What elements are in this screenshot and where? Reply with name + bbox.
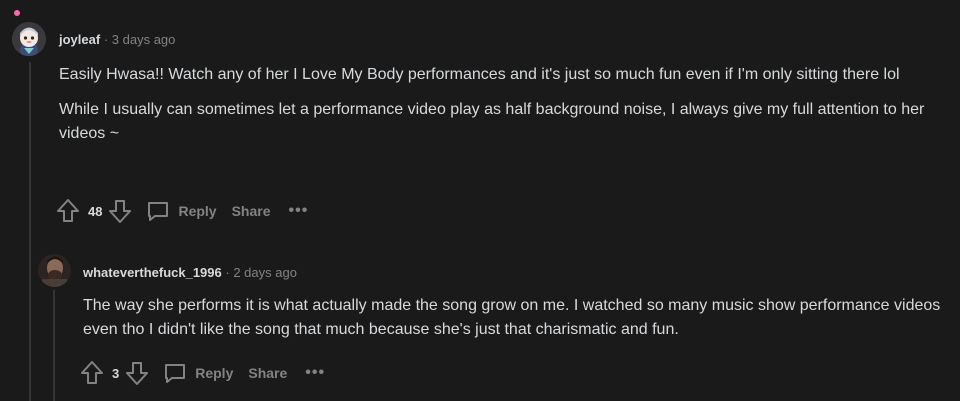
upvote-button[interactable]: [80, 360, 104, 386]
vote-count: 48: [88, 203, 103, 219]
comment-bubble-icon: [148, 202, 169, 221]
more-options-button[interactable]: •••: [305, 364, 325, 382]
username[interactable]: joyleaf: [59, 32, 100, 47]
upvote-arrow-icon: [57, 199, 79, 222]
avatar[interactable]: [38, 254, 71, 287]
online-indicator: [14, 10, 20, 16]
share-label: Share: [231, 203, 271, 219]
share-label: Share: [248, 365, 288, 381]
timestamp[interactable]: 2 days ago: [233, 265, 297, 280]
thread-line-reply[interactable]: [53, 290, 55, 401]
timestamp[interactable]: 3 days ago: [112, 32, 176, 47]
more-options-button[interactable]: •••: [289, 202, 309, 220]
downvote-button[interactable]: [125, 360, 149, 386]
meta-separator: ·: [103, 32, 109, 47]
comment-actions: 3 Reply Share •••: [80, 359, 325, 387]
vote-count: 3: [112, 365, 120, 381]
comment-meta: joyleaf · 3 days ago: [59, 32, 175, 47]
comment-paragraph: The way she performs it is what actually…: [83, 297, 941, 338]
comment-body: The way she performs it is what actually…: [83, 294, 955, 342]
downvote-arrow-icon: [109, 200, 132, 223]
reply-button[interactable]: Reply: [163, 362, 233, 384]
comment-actions: 48 Reply Share •••: [56, 197, 308, 225]
avatar[interactable]: [12, 22, 46, 56]
upvote-arrow-icon: [81, 361, 103, 384]
thread-line-root[interactable]: [29, 62, 31, 401]
comment-body: Easily Hwasa!! Watch any of her I Love M…: [59, 63, 954, 146]
downvote-button[interactable]: [108, 198, 132, 224]
share-button[interactable]: Share: [248, 365, 287, 381]
reply-label: Reply: [178, 203, 217, 219]
comment-paragraph: Easily Hwasa!! Watch any of her I Love M…: [59, 66, 900, 83]
share-button[interactable]: Share: [232, 203, 271, 219]
reply-button[interactable]: Reply: [146, 200, 217, 222]
comment-bubble-icon: [165, 364, 186, 383]
username[interactable]: whateverthefuck_1996: [83, 265, 222, 280]
upvote-button[interactable]: [56, 198, 80, 224]
downvote-arrow-icon: [126, 362, 149, 385]
meta-separator: ·: [225, 265, 230, 280]
comment-paragraph: While I usually can sometimes let a perf…: [59, 101, 925, 142]
user-photo-avatar: [38, 254, 71, 287]
comment-meta: whateverthefuck_1996 · 2 days ago: [83, 265, 297, 280]
reply-label: Reply: [195, 365, 234, 381]
snoo-avatar-icon: [12, 22, 46, 56]
